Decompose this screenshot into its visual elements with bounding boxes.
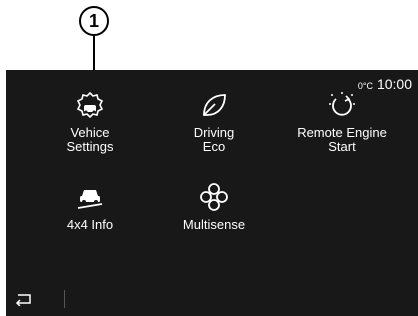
app-remote-engine-start[interactable]: Remote Engine Start bbox=[282, 90, 402, 154]
app-label: 4x4 Info bbox=[66, 217, 114, 232]
app-driving-eco[interactable]: Driving Eco bbox=[154, 90, 274, 154]
remote-engine-start-icon bbox=[329, 92, 355, 116]
app-label: Settings bbox=[66, 139, 114, 154]
infotainment-screen: 0°C 10:00 Vehice Settings Driving Eco Re… bbox=[6, 70, 418, 316]
app-label: Start bbox=[328, 139, 356, 154]
app-label: Remote Engine bbox=[297, 125, 387, 140]
callout-marker: 1 bbox=[79, 6, 109, 36]
app-label: Driving bbox=[193, 125, 235, 140]
app-4x4-info[interactable]: 4x4 Info bbox=[30, 182, 150, 232]
app-multisense[interactable]: Multisense bbox=[154, 182, 274, 232]
app-vehicle-settings[interactable]: Vehice Settings bbox=[30, 90, 150, 154]
app-label: Eco bbox=[202, 139, 226, 154]
vehicle-settings-icon bbox=[76, 91, 104, 119]
4x4-info-icon bbox=[77, 190, 103, 209]
multisense-icon bbox=[200, 183, 228, 211]
driving-eco-icon bbox=[203, 94, 226, 116]
back-arrow-icon[interactable] bbox=[14, 292, 34, 306]
app-label: Vehice bbox=[70, 125, 110, 140]
nav-divider bbox=[64, 290, 65, 308]
app-label: Multisense bbox=[182, 217, 246, 232]
